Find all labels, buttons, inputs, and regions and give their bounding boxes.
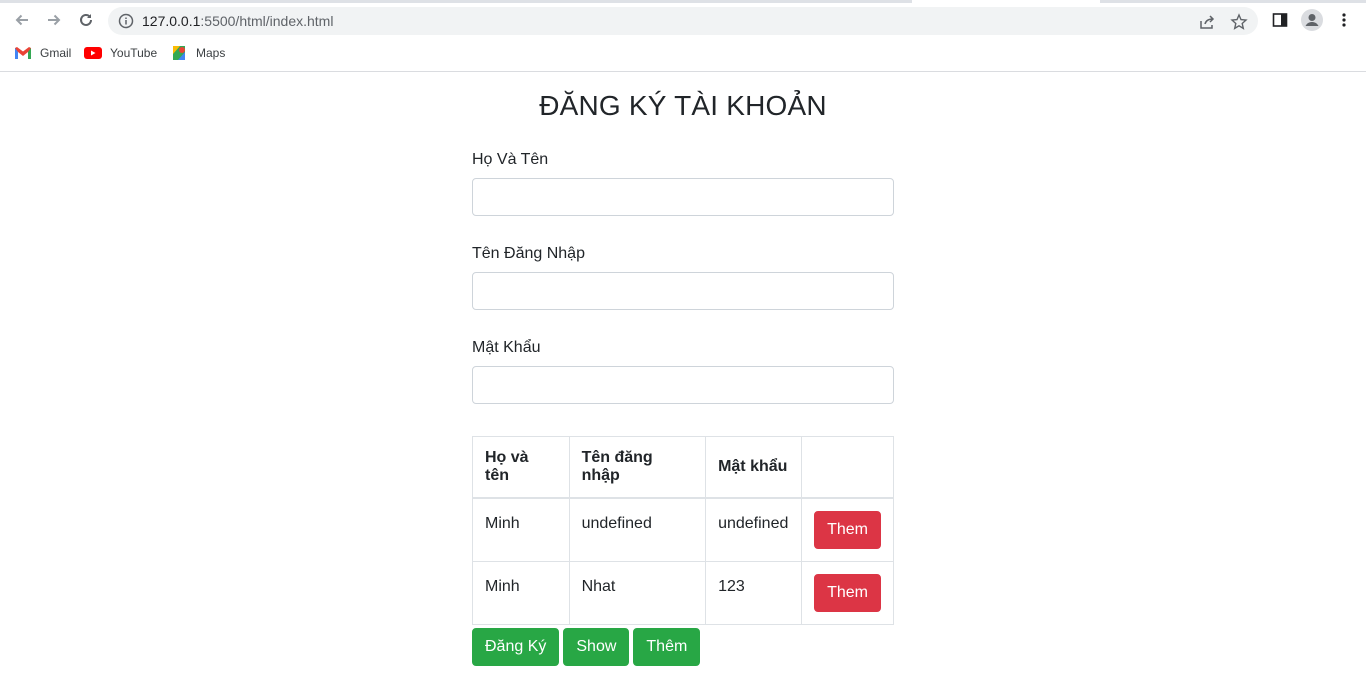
arrow-left-icon (15, 14, 28, 26)
show-button[interactable]: Show (563, 628, 630, 666)
table-row: Minh Nhat 123 Them (472, 561, 894, 625)
add-button[interactable]: Thêm (633, 628, 701, 666)
forward-button[interactable] (40, 6, 68, 34)
profile-button[interactable] (1298, 6, 1326, 34)
form-actions: Đăng Ký Show Thêm (472, 628, 701, 666)
side-panel-icon (1272, 13, 1288, 27)
fullname-label: Họ Và Tên (472, 151, 549, 168)
cell-username: undefined (568, 497, 707, 562)
password-input[interactable] (472, 366, 894, 404)
username-label: Tên Đăng Nhập (472, 245, 585, 262)
side-panel-button[interactable] (1266, 6, 1294, 34)
header-row: Họ và tên Tên đăng nhập Mật khẩu (472, 436, 894, 499)
bookmark-label: Gmail (40, 46, 72, 60)
header-password: Mật khẩu (705, 436, 803, 499)
arrow-right-icon (48, 14, 61, 26)
share-icon[interactable] (1198, 13, 1216, 31)
accounts-table: Họ và tên Tên đăng nhập Mật khẩu Minh un… (472, 436, 894, 625)
row-them-button[interactable]: Them (814, 511, 881, 549)
reload-button[interactable] (72, 6, 100, 34)
register-button[interactable]: Đăng Ký (472, 628, 560, 666)
username-input[interactable] (472, 272, 894, 310)
youtube-icon (84, 47, 102, 59)
header-fullname: Họ và tên (472, 436, 570, 499)
cell-action: Them (801, 497, 894, 562)
cell-action: Them (801, 561, 894, 625)
bookmark-label: YouTube (110, 46, 158, 60)
browser-toolbar: 127.0.0.1:5500/html/index.html (0, 4, 1366, 38)
cell-password: undefined (705, 497, 803, 562)
header-username: Tên đăng nhập (568, 436, 707, 499)
reload-icon (80, 13, 92, 26)
password-label: Mật Khẩu (472, 339, 541, 356)
address-bar[interactable]: 127.0.0.1:5500/html/index.html (108, 7, 1258, 35)
avatar-icon (1301, 9, 1323, 31)
bookmark-maps[interactable]: Maps (170, 45, 225, 61)
maps-icon (173, 46, 185, 60)
active-tab[interactable] (912, 0, 1100, 3)
header-action (801, 436, 894, 499)
page-title: ĐĂNG KÝ TÀI KHOẢN (539, 90, 827, 121)
bookmark-youtube[interactable]: YouTube (84, 45, 157, 61)
table-header: Họ và tên Tên đăng nhập Mật khẩu (472, 436, 894, 499)
cell-username: Nhat (568, 561, 707, 625)
fullname-input[interactable] (472, 178, 894, 216)
register-form: Họ Và Tên Tên Đăng Nhập Mật Khẩu (472, 148, 894, 430)
bookmarks-bar: Gmail YouTube Maps (0, 42, 1366, 64)
url-path: :5500/html/index.html (200, 13, 334, 29)
bookmark-label: Maps (196, 46, 226, 60)
url-host: 127.0.0.1 (142, 13, 201, 29)
row-them-button[interactable]: Them (814, 574, 881, 612)
url-text: 127.0.0.1:5500/html/index.html (142, 13, 333, 29)
cell-fullname: Minh (472, 561, 570, 625)
bookmark-gmail[interactable]: Gmail (14, 45, 71, 61)
star-icon[interactable] (1230, 13, 1248, 31)
table-body: Minh undefined undefined Them Minh Nhat … (472, 497, 894, 625)
table-row: Minh undefined undefined Them (472, 497, 894, 562)
tab-strip (0, 0, 1366, 3)
menu-button[interactable] (1330, 6, 1358, 34)
site-info-icon[interactable] (118, 13, 134, 29)
back-button[interactable] (8, 6, 36, 34)
page-content: ĐĂNG KÝ TÀI KHOẢN Họ Và Tên Tên Đăng Nhậ… (0, 72, 1366, 696)
browser-chrome: 127.0.0.1:5500/html/index.html Gmail You… (0, 0, 1366, 72)
cell-password: 123 (705, 561, 803, 625)
more-vert-icon (1342, 13, 1346, 27)
gmail-icon (15, 47, 31, 59)
cell-fullname: Minh (472, 497, 570, 562)
